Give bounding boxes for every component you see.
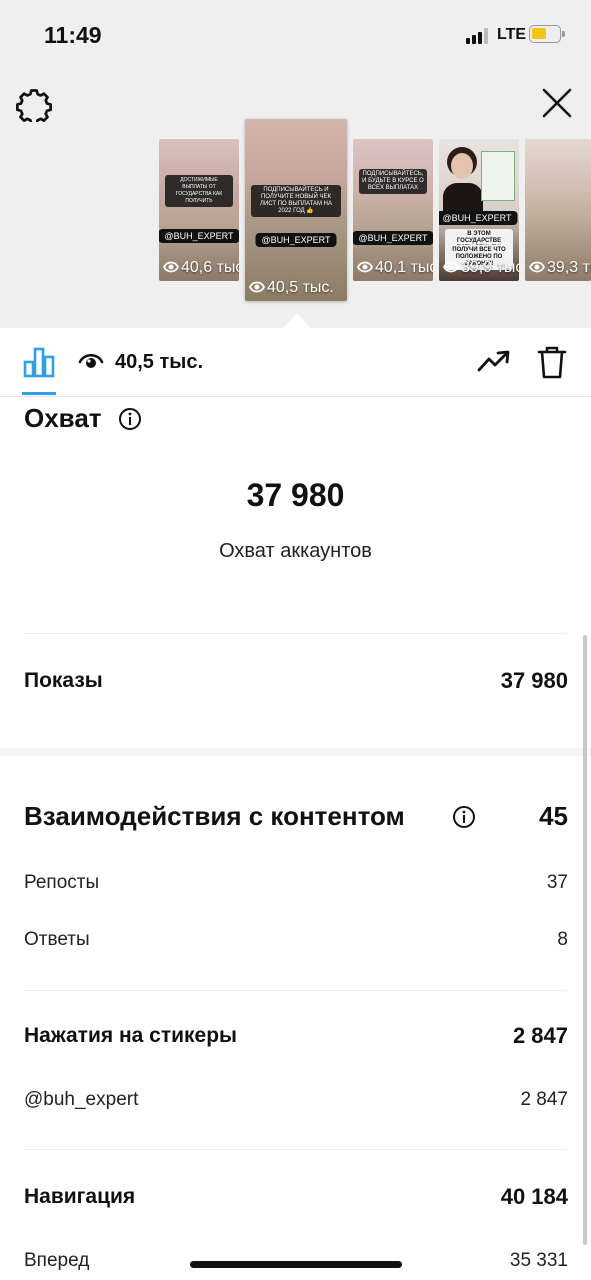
reposts-label: Репосты bbox=[24, 872, 100, 893]
info-icon[interactable] bbox=[452, 805, 476, 829]
settings-gear-button[interactable] bbox=[16, 86, 53, 126]
story-views: 39,9 тыс. bbox=[443, 259, 519, 277]
eye-icon bbox=[78, 350, 104, 372]
divider bbox=[24, 990, 567, 991]
story-views: 40,5 тыс. bbox=[249, 279, 334, 297]
divider bbox=[24, 633, 567, 634]
story-views: 39,3 тыс. bbox=[529, 259, 591, 277]
reposts-value: 37 bbox=[546, 872, 568, 893]
network-type: LTE bbox=[497, 26, 527, 43]
reach-caption: Охват аккаунтов bbox=[219, 540, 372, 562]
close-button[interactable] bbox=[540, 86, 574, 120]
impressions-label: Показы bbox=[24, 669, 103, 692]
story-mention-tag: @BUH_EXPERT bbox=[159, 229, 239, 243]
navigation-title: Навигация bbox=[24, 1185, 136, 1208]
bar-chart-icon bbox=[23, 347, 55, 378]
impressions-value: 37 980 bbox=[500, 668, 568, 693]
story-mention-tag: @BUH_EXPERT bbox=[255, 233, 337, 247]
scrollbar[interactable] bbox=[583, 635, 587, 1245]
insights-toolbar: 40,5 тыс. bbox=[0, 328, 591, 397]
replies-value: 8 bbox=[557, 929, 568, 950]
sticker-taps-title: Нажатия на стикеры bbox=[24, 1024, 237, 1047]
views-count: 40,5 тыс. bbox=[115, 351, 204, 373]
eye-icon bbox=[249, 281, 265, 293]
sticker-mention-label: @buh_expert bbox=[24, 1089, 139, 1110]
battery-icon bbox=[529, 25, 565, 43]
home-indicator[interactable] bbox=[190, 1261, 402, 1268]
story-caption: ДОСТИЖИМЫЕ ВЫПЛАТЫ ОТ ГОСУДАРСТВА КАК ПО… bbox=[165, 175, 233, 207]
close-icon bbox=[542, 88, 572, 118]
insights-content: Охват 37 980 Охват аккаунтов Показы 37 9… bbox=[0, 397, 591, 1280]
sticker-mention-value: 2 847 bbox=[520, 1089, 568, 1110]
eye-icon bbox=[163, 261, 179, 273]
story-thumbnail-selected[interactable]: ПОДПИСЫВАЙТЕСЬ И ПОЛУЧИТЕ НОВЫЙ ЧЕК ЛИСТ… bbox=[245, 119, 347, 301]
reach-title: Охват bbox=[24, 403, 102, 433]
info-icon[interactable] bbox=[118, 407, 142, 431]
eye-icon bbox=[443, 261, 459, 273]
trash-icon bbox=[537, 346, 567, 379]
status-bar: 11:49 LTE bbox=[0, 0, 591, 70]
sticker-taps-value: 2 847 bbox=[512, 1023, 568, 1048]
forward-value: 35 331 bbox=[509, 1250, 568, 1271]
signal-icon bbox=[466, 28, 492, 44]
story-views: 40,6 тыс. bbox=[163, 259, 239, 277]
story-caption: ПОДПИСЫВАЙТЕСЬ, И БУДЬТЕ В КУРСЕ О ВСЕХ … bbox=[359, 169, 427, 194]
forward-label: Вперед bbox=[24, 1250, 90, 1271]
chat-screenshot bbox=[481, 151, 515, 201]
trending-up-icon bbox=[477, 350, 510, 372]
interactions-value: 45 bbox=[539, 801, 568, 831]
eye-icon bbox=[529, 261, 545, 273]
active-tab-indicator bbox=[22, 392, 56, 395]
status-time: 11:49 bbox=[44, 22, 102, 48]
replies-label: Ответы bbox=[24, 929, 90, 950]
story-thumbnail[interactable]: ДОСТИЖИМЫЕ ВЫПЛАТЫ ОТ ГОСУДАРСТВА КАК ПО… bbox=[159, 139, 239, 281]
story-views: 40,1 тыс. bbox=[357, 259, 433, 277]
promote-trend-button[interactable] bbox=[476, 346, 512, 376]
insights-tab-button[interactable] bbox=[22, 344, 58, 380]
reach-value: 37 980 bbox=[246, 477, 345, 513]
interactions-title: Взаимодействия с контентом bbox=[24, 801, 405, 831]
story-caption: ПОДПИСЫВАЙТЕСЬ И ПОЛУЧИТЕ НОВЫЙ ЧЕК ЛИСТ… bbox=[251, 185, 341, 217]
delete-button[interactable] bbox=[536, 344, 568, 380]
person-face bbox=[451, 153, 473, 179]
navigation-value: 40 184 bbox=[500, 1184, 568, 1209]
story-mention-tag: @BUH_EXPERT bbox=[353, 231, 433, 245]
selected-story-pointer bbox=[283, 313, 311, 328]
gear-icon bbox=[16, 89, 53, 126]
story-thumbnail[interactable]: 39,3 тыс. bbox=[525, 139, 591, 281]
story-thumbnail[interactable]: @BUH_EXPERT В ЭТОМ ГОСУДАРСТВЕ ЕСТЬ ДЕНЬ… bbox=[439, 139, 519, 281]
divider bbox=[24, 1149, 567, 1150]
story-thumbnail[interactable]: ПОДПИСЫВАЙТЕСЬ, И БУДЬТЕ В КУРСЕ О ВСЕХ … bbox=[353, 139, 433, 281]
section-divider bbox=[0, 748, 591, 756]
eye-icon bbox=[357, 261, 373, 273]
story-mention-tag: @BUH_EXPERT bbox=[439, 211, 518, 225]
story-carousel-area: 11:49 LTE ДОСТИЖИМЫЕ ВЫПЛАТЫ ОТ ГОСУДАРС… bbox=[0, 0, 591, 328]
